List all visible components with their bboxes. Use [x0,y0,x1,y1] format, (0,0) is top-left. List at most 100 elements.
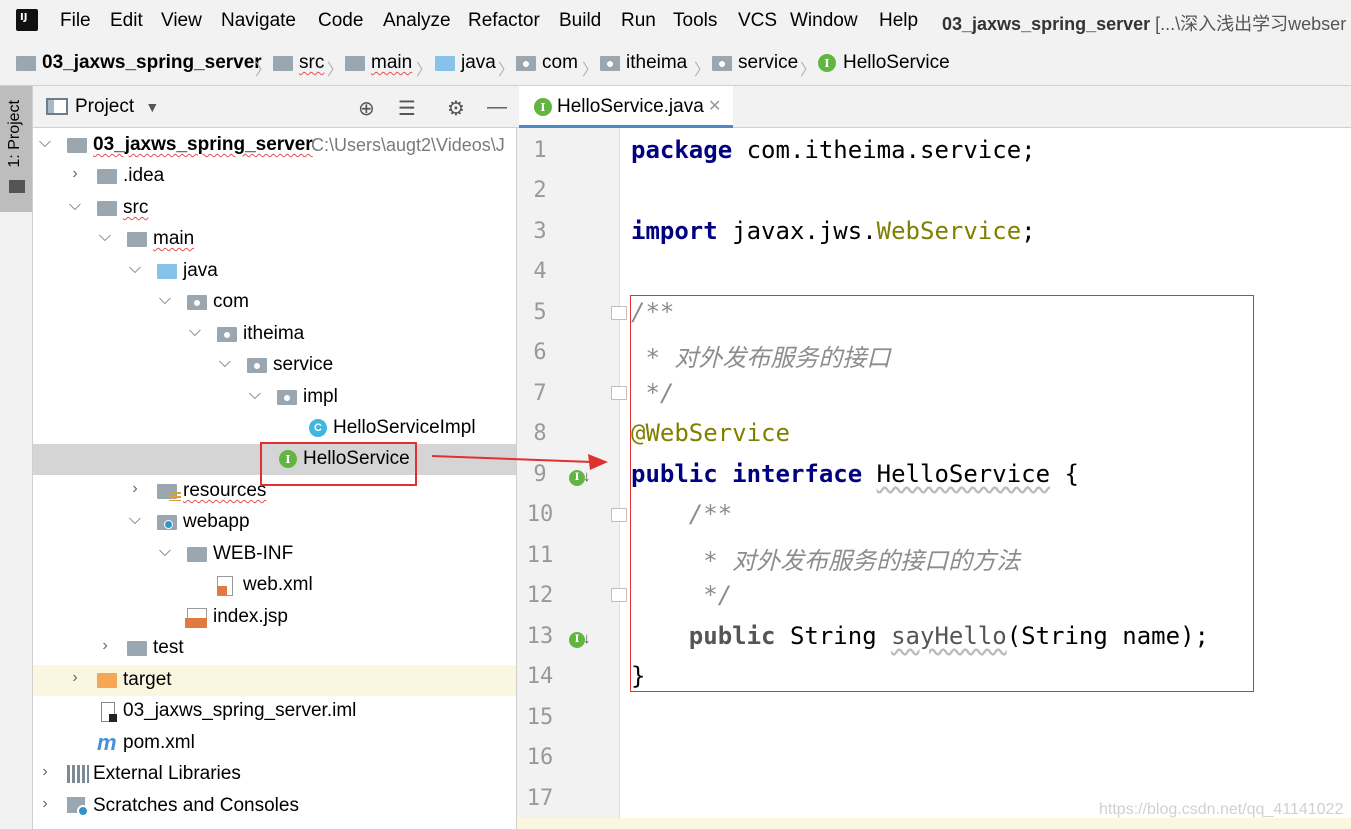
menu-code[interactable]: Code [318,10,363,32]
menu-tools[interactable]: Tools [673,10,717,32]
tree-item-scratches[interactable]: › Scratches and Consoles [33,791,516,822]
chevron-right-icon[interactable]: › [97,637,113,655]
folder-icon [345,55,365,71]
menu-help[interactable]: Help [879,10,918,32]
chevron-right-icon[interactable]: › [37,795,53,813]
chevron-right-icon: 〉 [255,62,272,79]
highlight-box-code [630,295,1254,692]
tree-item-label: 03_jaxws_spring_server.iml [123,700,357,721]
chevron-right-icon: 〉 [582,62,599,79]
folder-icon [97,201,117,216]
tree-item-java[interactable]: ⌵ java [33,256,516,287]
maven-icon: m [97,730,117,755]
fold-marker-icon[interactable] [611,386,627,400]
code-line-3[interactable]: import javax.jws.WebService; [631,217,1036,245]
minimize-icon[interactable]: — [487,96,507,119]
tree-item-index-jsp[interactable]: index.jsp [33,602,516,633]
menu-refactor[interactable]: Refactor [468,10,540,32]
fold-marker-icon[interactable] [611,588,627,602]
module-folder-icon [67,138,87,153]
chevron-down-icon[interactable]: ⌵ [97,228,113,246]
menu-window[interactable]: Window [790,10,858,32]
gear-icon[interactable]: ⚙ [447,96,465,121]
project-view-selector[interactable]: Project ▼ [75,96,159,118]
chevron-right-icon[interactable]: › [127,480,143,498]
tree-item-test[interactable]: › test [33,633,516,664]
menu-view[interactable]: View [161,10,202,32]
breadcrumb-helloservice[interactable]: I HelloService [818,52,950,74]
code-line-1[interactable]: package com.itheima.service; [631,136,1036,164]
chevron-down-icon[interactable]: ⌵ [127,260,143,278]
web-folder-icon [157,515,177,530]
tree-item-itheima[interactable]: ⌵ itheima [33,319,516,350]
line-number: 12 [526,583,554,608]
chevron-down-icon[interactable]: ⌵ [127,511,143,529]
chevron-right-icon[interactable]: › [67,669,83,687]
tree-item-src[interactable]: ⌵ src [33,193,516,224]
menu-build[interactable]: Build [559,10,601,32]
line-number: 17 [526,786,554,811]
fold-marker-icon[interactable] [611,306,627,320]
breadcrumb-com[interactable]: com [516,52,578,74]
breadcrumb-itheima[interactable]: itheima [600,52,687,74]
chevron-down-icon[interactable]: ⌵ [157,543,173,561]
chevron-right-icon[interactable]: › [67,165,83,183]
libraries-icon [67,765,89,783]
line-number: 13 [526,624,554,649]
tree-item-label: itheima [243,323,305,344]
window-title: 03_jaxws_spring_server [...\深入浅出学习webser [942,14,1347,34]
tree-item-impl[interactable]: ⌵ impl [33,382,516,413]
intellij-logo-icon: IJ [13,6,41,34]
menu-edit[interactable]: Edit [110,10,143,32]
line-number: 10 [526,502,554,527]
tree-item-label: target [123,669,172,690]
tree-item-target[interactable]: › target [33,665,516,696]
fold-marker-icon[interactable] [611,508,627,522]
tree-item-web-xml[interactable]: web.xml [33,570,516,601]
breadcrumb-service[interactable]: service [712,52,798,74]
tree-item-main[interactable]: ⌵ main [33,224,516,255]
implemented-gutter-icon[interactable]: I ↓ [569,626,591,648]
line-number: 6 [533,340,547,365]
close-icon[interactable]: ✕ [708,96,721,116]
tree-item-service[interactable]: ⌵ service [33,350,516,381]
tree-item-idea[interactable]: › .idea [33,161,516,192]
menu-navigate[interactable]: Navigate [221,10,296,32]
editor-bottom-strip [517,818,1351,829]
tree-item-label: src [123,197,149,218]
package-icon [217,327,237,342]
collapse-all-icon[interactable]: ☰ [398,96,416,121]
tree-item-pom[interactable]: m pom.xml [33,728,516,759]
folder-icon [273,55,293,71]
clock-icon [77,805,89,817]
chevron-down-icon[interactable]: ⌵ [217,354,233,372]
folder-icon [187,547,207,562]
tree-item-iml[interactable]: 03_jaxws_spring_server.iml [33,696,516,727]
breadcrumb-project[interactable]: 03_jaxws_spring_server [16,52,262,74]
chevron-down-icon[interactable]: ⌵ [37,134,53,152]
tree-item-external-libraries[interactable]: › External Libraries [33,759,516,790]
tab-label: HelloService.java [557,96,704,117]
tree-item-project-root[interactable]: ⌵ 03_jaxws_spring_server C:\Users\augt2\… [33,130,516,161]
breadcrumb-src[interactable]: src [273,52,324,74]
locate-target-icon[interactable]: ⊕ [358,96,375,121]
menu-vcs[interactable]: VCS [738,10,777,32]
tree-item-label: test [153,637,184,658]
tree-item-webapp[interactable]: ⌵ webapp [33,507,516,538]
menu-file[interactable]: File [60,10,91,32]
tree-item-path: C:\Users\augt2\Videos\J [311,135,505,155]
chevron-right-icon[interactable]: › [37,763,53,781]
chevron-down-icon[interactable]: ⌵ [157,291,173,309]
tree-item-label: impl [303,386,338,407]
tree-item-web-inf[interactable]: ⌵ WEB-INF [33,539,516,570]
chevron-down-icon[interactable]: ⌵ [67,197,83,215]
tree-item-helloserviceimpl[interactable]: C HelloServiceImpl [33,413,516,444]
breadcrumb-main[interactable]: main [345,52,412,74]
chevron-down-icon[interactable]: ⌵ [187,323,203,341]
menu-run[interactable]: Run [621,10,656,32]
tree-item-label: web.xml [243,574,313,595]
breadcrumb-java[interactable]: java [435,52,496,74]
chevron-down-icon[interactable]: ⌵ [247,386,263,404]
tree-item-com[interactable]: ⌵ com [33,287,516,318]
menu-analyze[interactable]: Analyze [383,10,451,32]
